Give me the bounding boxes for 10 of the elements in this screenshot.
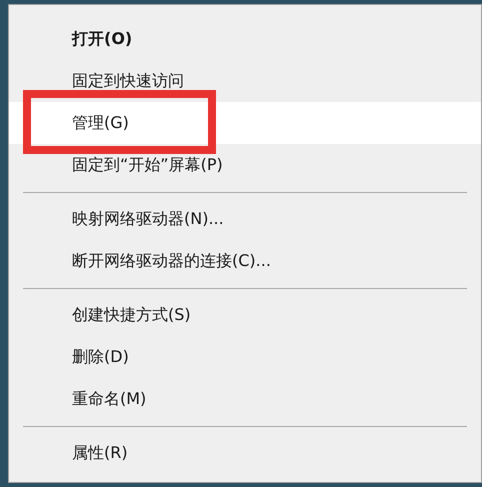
menu-item[interactable]: 重命名(M)	[9, 378, 481, 420]
menu-item[interactable]: 映射网络驱动器(N)...	[9, 198, 481, 240]
menu-item[interactable]: 管理(G)	[9, 102, 481, 144]
menu-item[interactable]: 断开网络驱动器的连接(C)...	[9, 240, 481, 282]
menu-item[interactable]: 创建快捷方式(S)	[9, 294, 481, 336]
menu-item[interactable]: 删除(D)	[9, 336, 481, 378]
menu-item[interactable]: 固定到快速访问	[9, 60, 481, 102]
menu-item[interactable]: 固定到“开始”屏幕(P)	[9, 144, 481, 186]
menu-item[interactable]: 打开(O)	[9, 18, 481, 60]
menu-item[interactable]: 属性(R)	[9, 432, 481, 474]
